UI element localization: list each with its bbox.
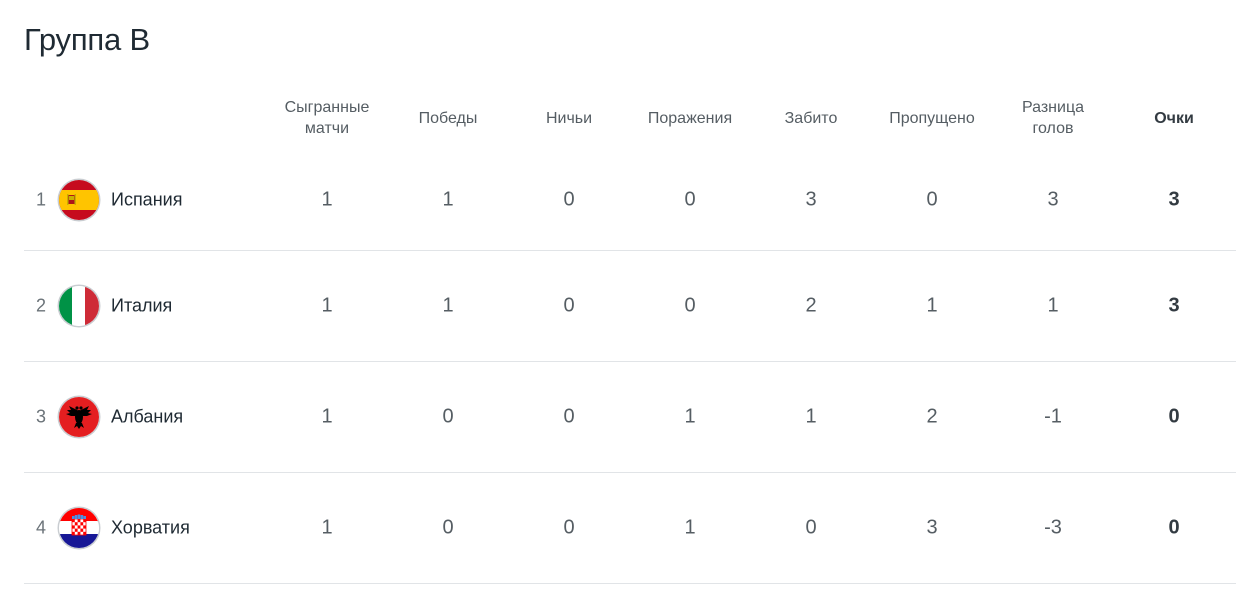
cell-points: 0	[1168, 516, 1180, 539]
italy-flag-icon	[59, 286, 99, 326]
cell-conceded: 1	[926, 294, 938, 317]
cell-losses: 0	[684, 294, 696, 317]
position: 2	[36, 295, 47, 316]
cell-goal-difference: 3	[1047, 188, 1059, 211]
cell-points: 0	[1168, 405, 1180, 428]
cell-wins: 0	[442, 405, 454, 428]
table-row[interactable]: 4 Хорватия 1 0 0 1 0 3 -3 0	[24, 473, 1236, 584]
cell-losses: 1	[684, 516, 696, 539]
cell-scored: 0	[805, 516, 817, 539]
cell-draws: 0	[563, 294, 575, 317]
cell-draws: 0	[563, 405, 575, 428]
cell-played: 1	[321, 188, 333, 211]
cell-wins: 1	[442, 294, 454, 317]
header-conceded: Пропущено	[889, 109, 975, 127]
cell-wins: 0	[442, 516, 454, 539]
table-row[interactable]: 3 Албания 1 0 0 1 1 2 -1 0	[24, 362, 1236, 473]
header-scored: Забито	[784, 109, 838, 127]
page-title: Группа B	[24, 22, 150, 57]
position: 3	[36, 406, 47, 427]
albania-flag-icon	[59, 397, 99, 437]
cell-points: 3	[1168, 188, 1180, 211]
cell-played: 1	[321, 294, 333, 317]
position: 4	[36, 517, 47, 538]
position: 1	[36, 189, 47, 210]
cell-goal-difference: -1	[1044, 405, 1062, 428]
header-wins: Победы	[418, 109, 478, 127]
header-losses: Поражения	[647, 109, 733, 127]
table-row[interactable]: 1 Испания 1 1 0 0 3 0 3 3	[24, 150, 1236, 251]
cell-scored: 1	[805, 405, 817, 428]
header-played: Сыгранные матчи	[284, 99, 370, 137]
team-name[interactable]: Испания	[111, 190, 182, 211]
cell-losses: 1	[684, 405, 696, 428]
cell-draws: 0	[563, 516, 575, 539]
cell-draws: 0	[563, 188, 575, 211]
cell-played: 1	[321, 516, 333, 539]
header-goal-difference: Разница голов	[1021, 99, 1085, 137]
cell-conceded: 0	[926, 188, 938, 211]
team-name[interactable]: Италия	[111, 296, 172, 317]
standings-table: Сыгранные матчи Победы Ничьи Поражения За…	[24, 92, 1236, 584]
team-name[interactable]: Албания	[111, 407, 183, 428]
cell-goal-difference: 1	[1047, 294, 1059, 317]
cell-scored: 3	[805, 188, 817, 211]
cell-wins: 1	[442, 188, 454, 211]
cell-points: 3	[1168, 294, 1180, 317]
cell-conceded: 3	[926, 516, 938, 539]
cell-losses: 0	[684, 188, 696, 211]
cell-conceded: 2	[926, 405, 938, 428]
spain-flag-icon	[59, 180, 99, 220]
croatia-flag-icon	[59, 508, 99, 548]
cell-played: 1	[321, 405, 333, 428]
header-draws: Ничьи	[545, 109, 593, 127]
header-points: Очки	[1154, 109, 1194, 127]
cell-scored: 2	[805, 294, 817, 317]
team-name[interactable]: Хорватия	[111, 518, 190, 539]
table-row[interactable]: 2 Италия 1 1 0 0 2 1 1 3	[24, 251, 1236, 362]
table-header: Сыгранные матчи Победы Ничьи Поражения За…	[24, 92, 1236, 150]
cell-goal-difference: -3	[1044, 516, 1062, 539]
